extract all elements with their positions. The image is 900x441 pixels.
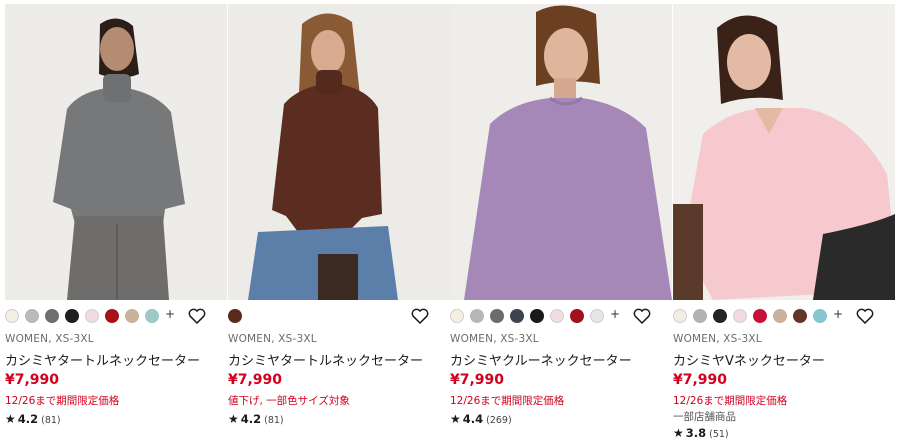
color-swatch[interactable] bbox=[490, 309, 504, 323]
product-name[interactable]: カシミヤVネックセーター bbox=[673, 350, 825, 369]
color-swatch[interactable] bbox=[228, 309, 242, 323]
color-swatch[interactable] bbox=[673, 309, 687, 323]
color-swatch[interactable] bbox=[85, 309, 99, 323]
color-swatch[interactable] bbox=[733, 309, 747, 323]
color-swatch[interactable] bbox=[590, 309, 604, 323]
color-swatch[interactable] bbox=[450, 309, 464, 323]
color-swatch[interactable] bbox=[45, 309, 59, 323]
product-name[interactable]: カシミヤタートルネックセーター bbox=[228, 350, 423, 369]
color-swatch[interactable] bbox=[753, 309, 767, 323]
color-swatch[interactable] bbox=[105, 309, 119, 323]
more-colors-icon[interactable]: + bbox=[165, 307, 175, 321]
review-count: (269) bbox=[486, 415, 512, 426]
product-price: ¥7,990 bbox=[228, 372, 283, 388]
product-gender-size: WOMEN, XS-3XL bbox=[228, 333, 317, 345]
color-swatch[interactable] bbox=[530, 309, 544, 323]
heart-icon[interactable] bbox=[411, 308, 429, 324]
product-price: ¥7,990 bbox=[673, 372, 728, 388]
rating-score: 3.8 bbox=[685, 426, 707, 440]
promo-text: 値下げ, 一部色サイズ対象 bbox=[228, 395, 350, 407]
product-card[interactable]: + WOMEN, XS-3XL カシミヤタートルネックセーター ¥7,990 1… bbox=[5, 0, 227, 441]
more-colors-icon[interactable]: + bbox=[833, 307, 843, 321]
color-swatch[interactable] bbox=[693, 309, 707, 323]
product-name[interactable]: カシミヤタートルネックセーター bbox=[5, 350, 200, 369]
product-image[interactable] bbox=[228, 4, 450, 300]
product-rating: ★ 4.2 (81) bbox=[228, 412, 284, 426]
star-icon: ★ bbox=[5, 412, 16, 426]
review-count: (81) bbox=[264, 415, 284, 426]
product-card[interactable]: WOMEN, XS-3XL カシミヤタートルネックセーター ¥7,990 値下げ… bbox=[228, 0, 450, 441]
product-image[interactable] bbox=[5, 4, 227, 300]
color-swatches: + bbox=[450, 307, 672, 325]
color-swatch[interactable] bbox=[5, 309, 19, 323]
color-swatch[interactable] bbox=[25, 309, 39, 323]
product-rating: ★ 4.2 (81) bbox=[5, 412, 61, 426]
product-grid: + WOMEN, XS-3XL カシミヤタートルネックセーター ¥7,990 1… bbox=[0, 0, 900, 441]
color-swatch[interactable] bbox=[510, 309, 524, 323]
promo-text: 12/26まで期間限定価格 bbox=[5, 395, 120, 407]
product-name[interactable]: カシミヤクルーネックセーター bbox=[450, 350, 632, 369]
product-card[interactable]: + WOMEN, XS-3XL カシミヤクルーネックセーター ¥7,990 12… bbox=[450, 0, 672, 441]
color-swatches: + bbox=[673, 307, 895, 325]
star-icon: ★ bbox=[228, 412, 239, 426]
rating-score: 4.2 bbox=[240, 412, 262, 426]
color-swatch[interactable] bbox=[713, 309, 727, 323]
product-image[interactable] bbox=[673, 4, 895, 300]
color-swatch[interactable] bbox=[125, 309, 139, 323]
star-icon: ★ bbox=[673, 426, 684, 440]
rating-score: 4.2 bbox=[17, 412, 39, 426]
color-swatch[interactable] bbox=[65, 309, 79, 323]
color-swatch[interactable] bbox=[550, 309, 564, 323]
product-price: ¥7,990 bbox=[5, 372, 60, 388]
color-swatch[interactable] bbox=[145, 309, 159, 323]
color-swatch[interactable] bbox=[470, 309, 484, 323]
heart-icon[interactable] bbox=[633, 308, 651, 324]
product-gender-size: WOMEN, XS-3XL bbox=[450, 333, 539, 345]
product-rating: ★ 3.8 (51) bbox=[673, 426, 729, 440]
more-colors-icon[interactable]: + bbox=[610, 307, 620, 321]
rating-score: 4.4 bbox=[462, 412, 484, 426]
color-swatch[interactable] bbox=[813, 309, 827, 323]
product-card[interactable]: + WOMEN, XS-3XL カシミヤVネックセーター ¥7,990 12/2… bbox=[673, 0, 895, 441]
product-image[interactable] bbox=[450, 4, 672, 300]
review-count: (81) bbox=[41, 415, 61, 426]
product-price: ¥7,990 bbox=[450, 372, 505, 388]
store-only-note: 一部店舗商品 bbox=[673, 411, 736, 423]
product-rating: ★ 4.4 (269) bbox=[450, 412, 512, 426]
promo-text: 12/26まで期間限定価格 bbox=[450, 395, 565, 407]
color-swatch[interactable] bbox=[570, 309, 584, 323]
review-count: (51) bbox=[709, 429, 729, 440]
heart-icon[interactable] bbox=[188, 308, 206, 324]
heart-icon[interactable] bbox=[856, 308, 874, 324]
promo-text: 12/26まで期間限定価格 bbox=[673, 395, 788, 407]
color-swatches bbox=[228, 308, 450, 325]
color-swatches: + bbox=[5, 307, 227, 325]
color-swatch[interactable] bbox=[793, 309, 807, 323]
color-swatch[interactable] bbox=[773, 309, 787, 323]
star-icon: ★ bbox=[450, 412, 461, 426]
product-gender-size: WOMEN, XS-3XL bbox=[673, 333, 762, 345]
product-gender-size: WOMEN, XS-3XL bbox=[5, 333, 94, 345]
